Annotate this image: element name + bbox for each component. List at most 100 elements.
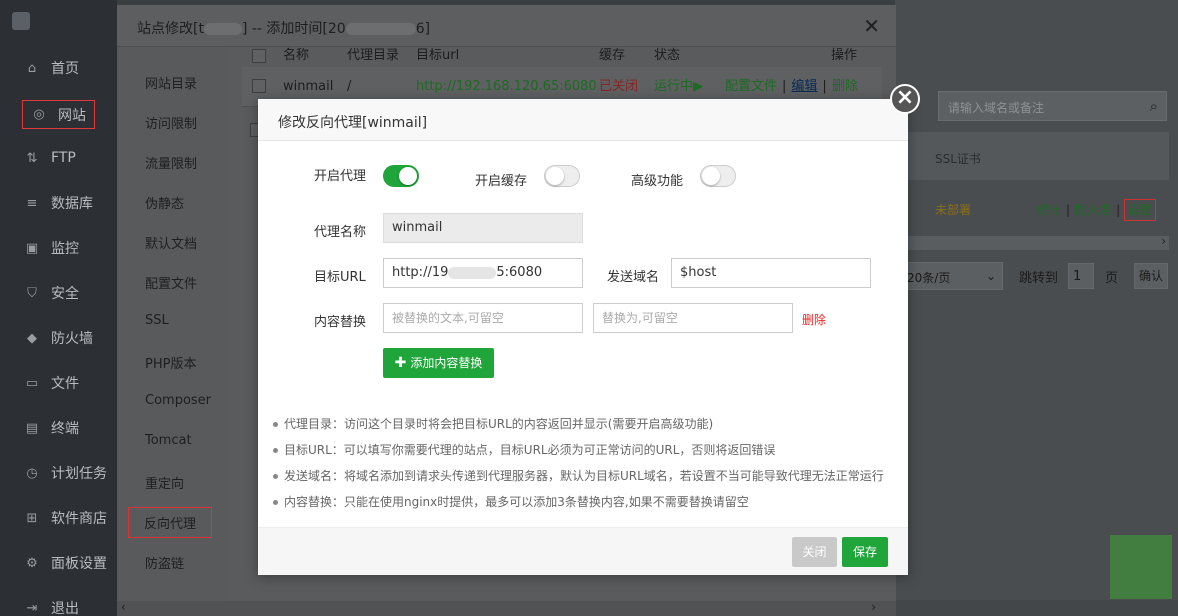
modal-footer: 关闭 保存 <box>258 527 908 575</box>
logout-icon: ⇥ <box>26 600 38 616</box>
target-url-label: 目标URL <box>314 270 366 285</box>
enable-proxy-label: 开启代理 <box>314 169 367 184</box>
stats-link[interactable]: 统计 <box>1037 203 1061 217</box>
sidebar-item-settings[interactable]: ⚙ 面板设置 <box>0 548 117 578</box>
chevron-left-icon[interactable]: ‹ <box>121 600 126 614</box>
sidebar-item-terminal[interactable]: ▤ 终端 <box>0 413 117 443</box>
shield-icon: ⛉ <box>27 285 37 301</box>
advanced-label: 高级功能 <box>631 174 684 189</box>
advanced-toggle[interactable] <box>700 165 736 187</box>
firewall-icon: ◆ <box>27 330 37 346</box>
sidebar-item-ftp[interactable]: ⇅ FTP <box>0 143 117 173</box>
replace-from-input[interactable] <box>383 303 583 333</box>
database-icon: ≡ <box>26 195 38 211</box>
target-url-input[interactable]: http://19 5:6080 <box>383 258 583 288</box>
add-content-replace-button[interactable]: ✚ 添加内容替换 <box>383 348 494 378</box>
col-target-url: 目标url <box>416 48 460 63</box>
sidebar-item-home[interactable]: ⌂ 首页 <box>0 53 117 83</box>
sidebar-item-security[interactable]: ⛉ 安全 <box>0 278 117 308</box>
main-sidebar: ⌂ 首页 ◎ 网站 ⇅ FTP ≡ 数据库 ▣ 监控 ⛉ 安全 ◆ 防火墙 ▭ 文件 ▤ 终端 ◷… <box>0 0 117 616</box>
proxy-name-label: 代理名称 <box>314 225 367 240</box>
send-domain-label: 发送域名 <box>607 270 660 285</box>
col-actions: 操作 <box>831 48 858 63</box>
modal-title: 修改反向代理[winmail] <box>258 99 908 141</box>
sidebar-item-monitor[interactable]: ▣ 监控 <box>0 233 117 263</box>
ssl-status: 未部署 <box>935 203 972 217</box>
note-send-domain: 发送域名：将域名添加到请求头传递到代理服务器，默认为目标URL域名，若设置不当可… <box>272 467 892 493</box>
plus-icon: ✚ <box>394 355 407 371</box>
chevron-right-icon[interactable]: › <box>871 600 876 614</box>
nav-config-file[interactable]: 配置文件 <box>145 273 197 292</box>
firewall-link[interactable]: 防火墙 <box>1075 203 1111 217</box>
edit-reverse-proxy-modal: 修改反向代理[winmail] × 开启代理 开启缓存 高级功能 代理名称 wi… <box>258 84 920 575</box>
monitor-icon: ▣ <box>25 240 39 256</box>
enable-cache-label: 开启缓存 <box>475 174 528 189</box>
nav-tomcat[interactable]: Tomcat <box>145 433 192 448</box>
nav-reverse-proxy[interactable]: 反向代理 <box>127 507 213 538</box>
terminal-icon: ▤ <box>25 420 39 436</box>
folder-icon: ▭ <box>25 375 39 391</box>
toggle-knob <box>546 167 564 185</box>
edit-link[interactable]: 编辑 <box>791 79 817 94</box>
delete-link[interactable]: 删除 <box>832 79 858 94</box>
toggle-knob <box>399 167 417 185</box>
save-button[interactable]: 保存 <box>842 537 888 567</box>
send-domain-input[interactable]: $host <box>671 258 871 288</box>
site-window-close-icon[interactable]: ✕ <box>863 14 880 38</box>
nav-rewrite[interactable]: 伪静态 <box>145 193 184 212</box>
nav-composer[interactable]: Composer <box>145 393 211 408</box>
select-all-checkbox[interactable] <box>252 49 266 63</box>
jump-confirm-button[interactable]: 确认 <box>1134 263 1168 289</box>
redacted-text <box>345 23 416 35</box>
nav-redirect[interactable]: 重定向 <box>145 473 184 492</box>
nav-default-doc[interactable]: 默认文档 <box>145 233 197 252</box>
page-unit-label: 页 <box>1105 271 1119 286</box>
settings-link[interactable]: 设置 <box>1124 199 1157 221</box>
proxy-name-field: winmail <box>383 213 583 243</box>
sidebar-item-cron[interactable]: ◷ 计划任务 <box>0 458 117 488</box>
qr-code-widget[interactable] <box>1110 535 1172 599</box>
nav-access-limit[interactable]: 访问限制 <box>145 113 197 132</box>
nav-site-dir[interactable]: 网站目录 <box>145 73 197 92</box>
site-search-input[interactable]: 请输入域名或备注 ⌕ <box>938 91 1167 121</box>
col-name: 名称 <box>283 48 310 63</box>
toggle-knob <box>702 167 720 185</box>
nav-traffic-limit[interactable]: 流量限制 <box>145 153 197 172</box>
sidebar-item-logout[interactable]: ⇥ 退出 <box>0 593 117 616</box>
nav-ssl[interactable]: SSL <box>145 313 169 328</box>
sidebar-item-store[interactable]: ⊞ 软件商店 <box>0 503 117 533</box>
content-replace-label: 内容替换 <box>314 315 367 330</box>
site-window-scrollbar[interactable]: ‹ › <box>117 600 896 616</box>
enable-cache-toggle[interactable] <box>544 165 580 187</box>
enable-proxy-toggle[interactable] <box>383 165 419 187</box>
modal-close-icon[interactable]: × <box>890 84 920 114</box>
jump-to-label: 跳转到 <box>1019 271 1059 286</box>
site-row-actions: 统计 | 防火墙 | 设置 <box>1037 199 1157 221</box>
horizontal-scrollbar[interactable]: › <box>895 234 1169 250</box>
sidebar-item-database[interactable]: ≡ 数据库 <box>0 188 117 218</box>
search-icon[interactable]: ⌕ <box>1150 97 1158 115</box>
nav-hotlink[interactable]: 防盗链 <box>145 553 184 572</box>
sidebar-item-files[interactable]: ▭ 文件 <box>0 368 117 398</box>
logo-icon <box>12 12 30 30</box>
row-checkbox[interactable] <box>252 79 266 93</box>
sidebar-item-website[interactable]: ◎ 网站 <box>22 100 95 129</box>
sidebar-item-firewall[interactable]: ◆ 防火墙 <box>0 323 117 353</box>
note-proxy-dir: 代理目录：访问这个目录时将会把目标URL的内容返回并显示(需要开启高级功能) <box>272 415 892 441</box>
chevron-right-icon[interactable]: › <box>1161 234 1166 248</box>
ssl-column-header: SSL证书 <box>935 152 981 166</box>
per-page-select[interactable]: 20条/页 ⌄ <box>900 262 1003 290</box>
home-icon: ⌂ <box>27 60 37 76</box>
nav-php-version[interactable]: PHP版本 <box>145 353 196 372</box>
redacted-text <box>448 266 497 279</box>
delete-replace-link[interactable]: 删除 <box>802 311 826 328</box>
close-button[interactable]: 关闭 <box>792 537 837 567</box>
col-proxy-dir: 代理目录 <box>347 48 400 63</box>
gear-icon: ⚙ <box>26 555 38 571</box>
note-target-url: 目标URL：可以填写你需要代理的站点，目标URL必须为可正常访问的URL，否则将… <box>272 441 892 467</box>
chevron-down-icon: ⌄ <box>985 269 996 283</box>
replace-to-input[interactable] <box>593 303 793 333</box>
config-file-link[interactable]: 配置文件 <box>725 79 777 94</box>
page-number-input[interactable]: 1 <box>1068 263 1094 289</box>
note-content-replace: 内容替换：只能在使用nginx时提供，最多可以添加3条替换内容,如果不需要替换请… <box>272 493 892 519</box>
